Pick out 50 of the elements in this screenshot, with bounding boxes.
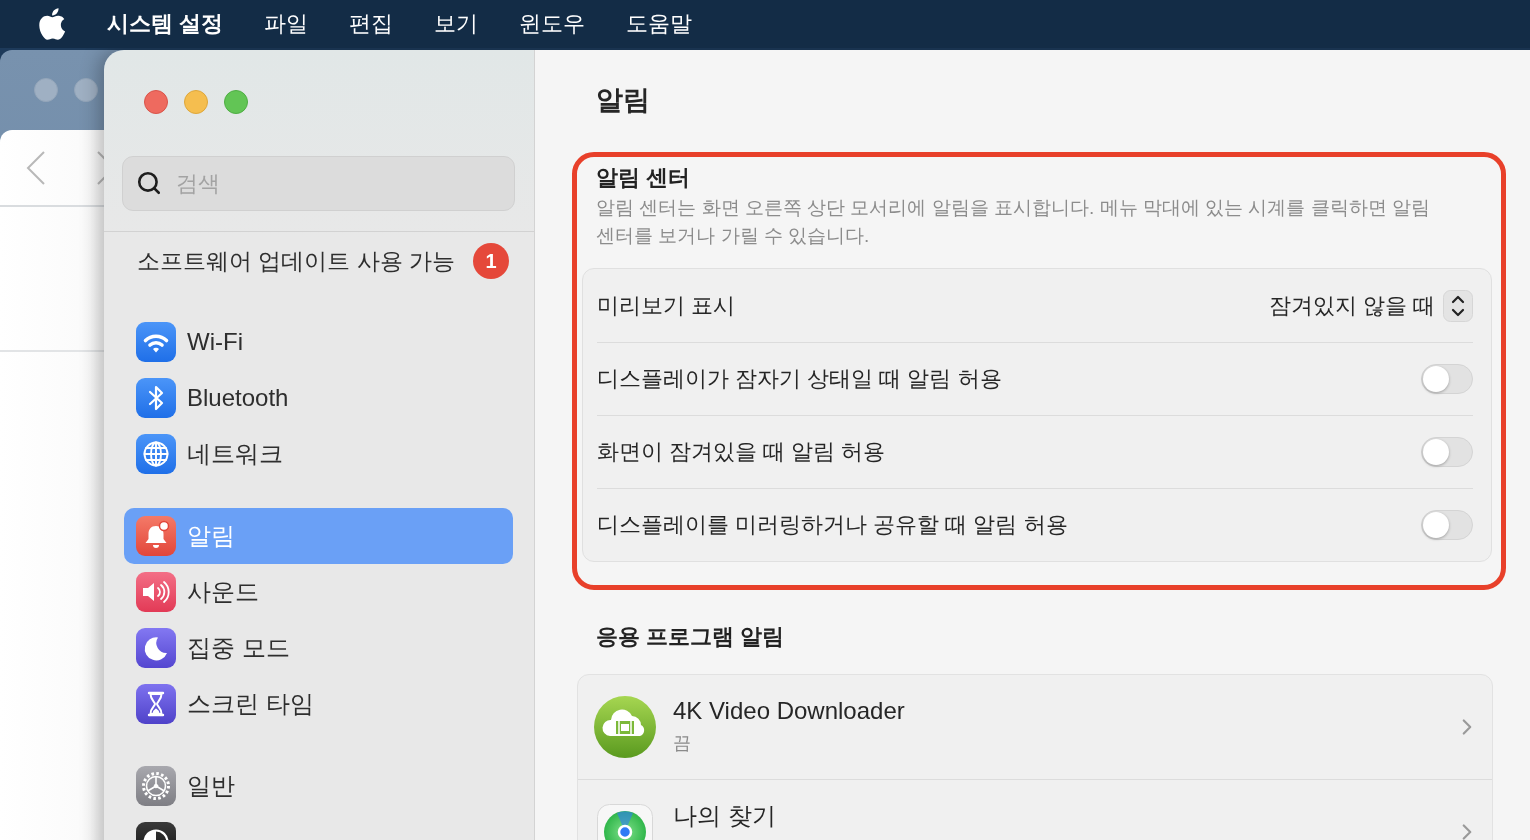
cloud-film-icon [594,696,656,758]
bluetooth-icon [136,378,176,418]
sidebar-item[interactable]: 집중 모드 [124,620,513,676]
toggle-switch[interactable] [1421,364,1473,394]
speaker-icon [136,572,176,612]
sidebar-item[interactable]: 스크린 타임 [124,676,513,732]
preview-popup[interactable]: 잠겨있지 않을 때 [1268,289,1473,322]
page-title: 알림 [596,84,650,116]
sidebar-item[interactable]: 네트워크 [124,426,513,482]
gear-icon [136,766,176,806]
up-down-chevron-icon [1443,289,1473,322]
window-control-icon[interactable] [34,78,58,102]
menu-item[interactable]: 파일 [264,10,309,38]
close-window-icon[interactable] [144,90,168,114]
minimize-window-icon[interactable] [184,90,208,114]
menu-item[interactable]: 편집 [349,10,394,38]
menu-item[interactable]: 보기 [434,10,479,38]
setting-label: 미리보기 표시 [597,291,736,320]
search-field[interactable]: 검색 [122,156,515,211]
section-description: 알림 센터는 화면 오른쪽 상단 모서리에 알림을 표시합니다. 메뉴 막대에 있는 시계를 클릭하면 알림 센터를 보거나 가릴 수 있습니다. [596,196,1431,248]
hourglass-icon [136,684,176,724]
app-menu[interactable]: 시스템 설정 [107,10,224,38]
zoom-window-icon[interactable] [224,90,248,114]
moon-icon [136,628,176,668]
app-name[interactable]: 4K Video Downloader [673,697,905,725]
forward-chevron-icon[interactable] [96,150,104,185]
setting-label: 디스플레이가 잠자기 상태일 때 알림 허용 [597,365,1002,393]
app-status: 끔 [673,732,691,755]
sidebar-item[interactable]: 사운드 [124,564,513,620]
sidebar-item[interactable]: Bluetooth [124,370,513,426]
globe-icon [136,434,176,474]
software-update-item[interactable]: 소프트웨어 업데이트 사용 가능 1 [104,238,534,284]
app-name[interactable]: 나의 찾기 [673,802,776,830]
window-control-icon[interactable] [74,78,98,102]
sidebar-item[interactable]: Wi-Fi [124,314,513,370]
menu-item[interactable]: 도움말 [626,10,693,38]
count-badge: 1 [473,243,510,279]
section-title: 응용 프로그램 알림 [596,624,785,650]
apple-logo-icon[interactable] [38,8,66,40]
section-title: 알림 센터 [596,165,692,191]
back-chevron-icon[interactable] [26,150,46,185]
setting-label: 화면이 잠겨있을 때 알림 허용 [597,438,886,466]
wifi-icon [136,322,176,362]
toggle-switch[interactable] [1421,437,1473,467]
sidebar-item[interactable]: 일반 [124,758,513,814]
toggle-switch[interactable] [1421,510,1473,540]
setting-label: 디스플레이를 미러링하거나 공유할 때 알림 허용 [597,511,1068,539]
menu-item[interactable]: 윈도우 [519,10,586,38]
bell-icon [136,516,176,556]
search-icon [136,170,162,196]
